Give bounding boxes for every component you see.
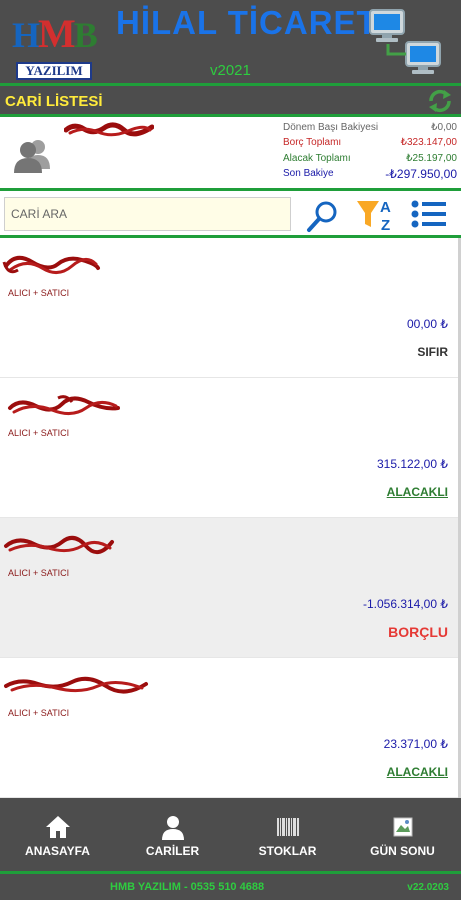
broken-image-icon (390, 814, 416, 840)
app-version: v2021 (210, 62, 251, 79)
network-computers-icon[interactable] (368, 4, 448, 82)
nav-item-day-end[interactable]: GÜN SONU (345, 798, 460, 871)
hmb-logo: HMB YAZILIM (12, 11, 98, 80)
footer-version: v22.0203 (407, 882, 449, 893)
footer-contact: HMB YAZILIM - 0535 510 4688 (110, 881, 265, 893)
app-footer: HMB YAZILIM - 0535 510 4688 v22.0203 (0, 871, 461, 900)
app-title: HİLAL TİCARET (116, 4, 378, 41)
list-item[interactable]: ALICI + SATICI 315.122,00 ₺ ALACAKLI (0, 378, 458, 518)
balance-amount: 00,00 ₺ (407, 317, 448, 331)
account-summary: Dönem Başı Bakiyesi ₺0,00 Borç Toplamı ₺… (0, 117, 461, 191)
balance-amount: 23.371,00 ₺ (383, 737, 448, 751)
bottom-navigation: ANASAYFA CARİLER STOKLAR GÜN SONU (0, 798, 461, 871)
balance-status: BORÇLU (388, 624, 448, 640)
redacted-account-name (2, 390, 122, 418)
barcode-icon (275, 814, 301, 840)
search-row: A Z (0, 191, 461, 238)
filter-sort-az-icon[interactable]: A Z (356, 197, 396, 234)
account-list: ALICI + SATICI 00,00 ₺ SIFIR ALICI + SAT… (0, 238, 461, 798)
nav-item-stocks[interactable]: STOKLAR (230, 798, 345, 871)
svg-text:A: A (380, 199, 391, 216)
search-icon[interactable] (306, 199, 340, 233)
redacted-account-name (2, 250, 122, 278)
section-title: CARİ LİSTESİ (5, 93, 103, 110)
list-item[interactable]: ALICI + SATICI -1.056.314,00 ₺ BORÇLU (0, 518, 458, 658)
list-view-icon[interactable] (410, 199, 448, 229)
redacted-account-name (2, 670, 148, 698)
home-icon (45, 814, 71, 840)
nav-item-accounts[interactable]: CARİLER (115, 798, 230, 871)
balance-amount: 315.122,00 ₺ (376, 457, 448, 471)
refresh-icon[interactable] (427, 89, 453, 113)
balance-status: SIFIR (417, 345, 448, 359)
search-input[interactable] (4, 197, 291, 231)
list-item[interactable]: ALICI + SATICI 00,00 ₺ SIFIR (0, 238, 458, 378)
app-header: HMB YAZILIM HİLAL TİCARET v2021 (0, 0, 461, 86)
balance-status: ALACAKLI (386, 765, 448, 779)
balance-status: ALACAKLI (386, 485, 448, 499)
section-bar: CARİ LİSTESİ (0, 86, 461, 117)
person-icon (160, 814, 186, 840)
redacted-account-name (2, 530, 122, 558)
list-item[interactable]: ALICI + SATICI 23.371,00 ₺ ALACAKLI (0, 658, 458, 798)
redacted-account-name (63, 121, 155, 137)
nav-item-home[interactable]: ANASAYFA (0, 798, 115, 871)
balance-amount: -1.056.314,00 ₺ (362, 597, 448, 611)
svg-text:Z: Z (381, 217, 390, 233)
person-icon (12, 135, 52, 175)
